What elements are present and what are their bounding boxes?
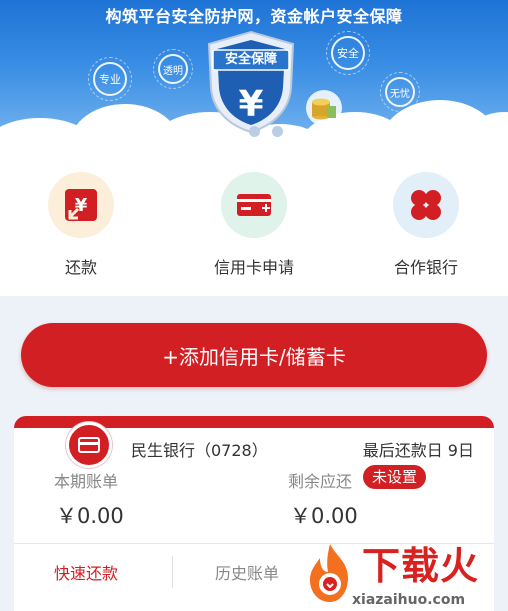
watermark-logo: 下载火 xiazaihuo.com xyxy=(300,538,508,611)
promo-banner[interactable]: 构筑平台安全防护网，资金帐户安全保障 专业 透明 安全 无忧 ¥ 安全保障 xyxy=(0,0,508,148)
repay-label: 还款 xyxy=(64,258,97,277)
carousel-dot[interactable] xyxy=(271,126,283,137)
badge-transparent: 透明 xyxy=(153,49,193,89)
quick-actions: ¥ 还款 信用卡申请 合作银行 xyxy=(0,148,508,296)
bank-name: 民生银行（0728） xyxy=(131,441,268,460)
credit-card-apply-action[interactable]: 信用卡申请 xyxy=(194,172,314,278)
carousel-dot[interactable] xyxy=(225,126,237,137)
credit-card-apply-label: 信用卡申请 xyxy=(213,258,294,277)
watermark-url: xiazaihuo.com xyxy=(352,592,466,608)
badge-worry-free-label: 无忧 xyxy=(390,88,410,100)
due-date: 最后还款日 9日 xyxy=(362,441,474,460)
badge-professional-label: 专业 xyxy=(99,73,121,86)
credit-card-add-icon xyxy=(221,172,287,238)
partner-bank-label: 合作银行 xyxy=(393,258,458,277)
carousel-indicator[interactable] xyxy=(0,122,508,141)
shield-title: 安全保障 xyxy=(224,52,277,67)
svg-text:¥: ¥ xyxy=(238,84,263,125)
remaining-label: 剩余应还 xyxy=(288,472,353,491)
fast-repay-button[interactable]: 快速还款 xyxy=(54,560,118,584)
banner-slogan: 构筑平台安全防护网，资金帐户安全保障 xyxy=(105,7,403,26)
add-card-button[interactable]: +添加信用卡/储蓄卡 xyxy=(21,323,487,387)
badge-safe-label: 安全 xyxy=(337,47,359,60)
repay-yen-icon: ¥ xyxy=(48,172,114,238)
bank-card-icon xyxy=(66,422,112,468)
bill-history-button[interactable]: 历史账单 xyxy=(215,560,279,584)
security-shield-icon: ¥ 安全保障 xyxy=(205,30,297,134)
badge-professional: 专业 xyxy=(88,57,132,101)
repay-action[interactable]: ¥ 还款 xyxy=(21,172,141,278)
badge-safe: 安全 xyxy=(326,31,370,75)
partner-bank-icon xyxy=(393,172,459,238)
svg-text:¥: ¥ xyxy=(75,195,88,216)
partner-bank-action[interactable]: 合作银行 xyxy=(366,172,486,278)
badge-worry-free: 无忧 xyxy=(380,72,420,112)
flame-logo-icon xyxy=(310,544,348,602)
carousel-dot[interactable] xyxy=(248,126,260,137)
action-divider xyxy=(172,556,173,588)
badge-transparent-label: 透明 xyxy=(163,65,183,77)
current-bill-label: 本期账单 xyxy=(54,472,119,491)
remaining-amount: ￥0.00 xyxy=(290,504,358,528)
watermark-title: 下载火 xyxy=(362,544,480,588)
current-bill-amount: ￥0.00 xyxy=(56,504,124,528)
not-set-badge[interactable]: 未设置 xyxy=(363,465,427,489)
